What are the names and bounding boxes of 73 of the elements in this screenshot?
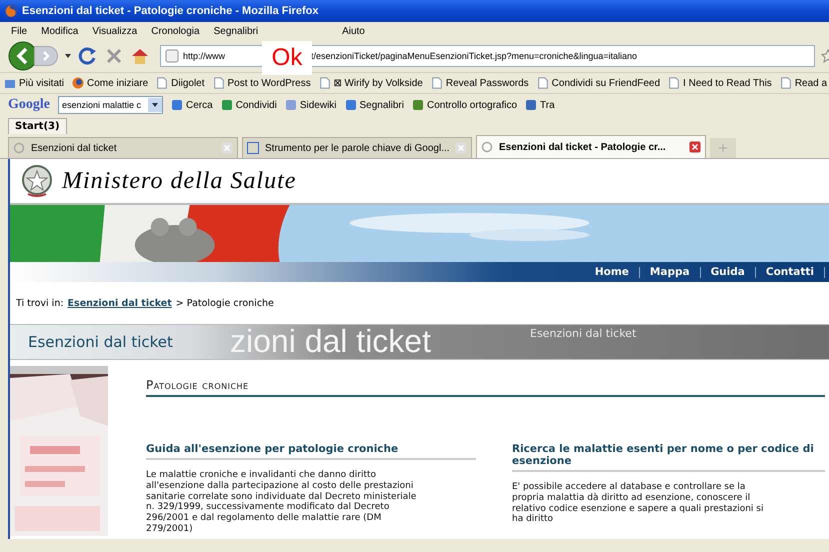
toolbar-button[interactable]: Tra xyxy=(540,100,555,110)
nav-link[interactable]: Guida xyxy=(700,266,756,278)
background-text: zioni dal ticket xyxy=(230,325,431,359)
loading-icon xyxy=(481,141,493,153)
menu-item[interactable]: Aiuto xyxy=(335,26,372,36)
column-heading[interactable]: Guida all'esenzione per patologie croniche xyxy=(146,443,476,460)
breadcrumb-link[interactable]: Esenzioni dal ticket xyxy=(68,298,172,308)
ministry-logo: Ministero della Salute xyxy=(62,168,296,194)
toolbar-icon[interactable] xyxy=(284,99,297,111)
page-icon xyxy=(212,77,225,89)
nav-link[interactable]: Contatti xyxy=(756,266,825,278)
home-icon[interactable] xyxy=(130,46,150,66)
toolbar-button[interactable]: Cerca xyxy=(186,100,213,110)
url-text: t/esenzioniTicket/paginaMenuEsenzioniTicket.jsp?menu=croniche&lingua=italiano xyxy=(311,51,638,61)
page-icon xyxy=(668,77,680,89)
bookmark-link[interactable]: Più visitati xyxy=(19,78,64,88)
bookmark-link[interactable]: ⊠ Wirify by Volkside xyxy=(334,77,423,89)
bookmark-link[interactable]: Come iniziare xyxy=(87,78,148,88)
paragraph: E' possibile accedere al database e controllare se la propria malattia dà diritto ad esenzione, conoscere il relativo codice esenzione e sapere a quali prestazioni si ha diritto xyxy=(512,482,764,526)
folder-icon xyxy=(4,77,16,89)
menu-item[interactable]: Visualizza xyxy=(85,26,144,36)
column-heading[interactable]: Ricerca le malattie esenti per nome o per codice di esenzione xyxy=(512,443,825,472)
bookmark-link[interactable]: Diigolet xyxy=(171,78,205,88)
browser-tab[interactable]: Esenzioni dal ticket xyxy=(8,137,238,158)
url-text: http://www xyxy=(183,51,226,61)
menu-item[interactable]: Modifica xyxy=(34,26,86,36)
breadcrumb-current: > Patologie croniche xyxy=(176,298,274,308)
page-icon xyxy=(156,77,168,89)
close-icon[interactable] xyxy=(689,141,701,153)
bookmark-link[interactable]: Condividi su FriendFeed xyxy=(552,78,660,88)
menu-item[interactable]: Segnalibri xyxy=(206,26,266,36)
background-text: Esenzioni dal ticket xyxy=(530,327,636,340)
bookmark-link[interactable]: Reveal Passwords xyxy=(446,78,529,88)
dropdown-caret-icon[interactable] xyxy=(148,98,162,112)
window-title: Esenzioni dal ticket - Patologie croniche - Mozilla Firefox xyxy=(22,5,318,17)
toolbar-button[interactable]: Sidewiki xyxy=(300,100,337,110)
stop-icon[interactable] xyxy=(104,46,124,66)
browser-tab[interactable]: Esenzioni dal ticket - Patologie cr... xyxy=(476,135,706,158)
page-icon xyxy=(318,77,331,89)
page-icon xyxy=(536,77,549,89)
toolbar-button[interactable]: Condividi xyxy=(236,100,277,110)
toolbar-icon[interactable] xyxy=(525,99,538,111)
page-icon xyxy=(780,77,792,89)
toolbar-icon[interactable] xyxy=(171,99,183,111)
toolbar-button[interactable]: Segnalibri xyxy=(360,100,404,110)
dropdown-caret-icon[interactable] xyxy=(64,52,72,60)
bookmark-link[interactable]: I Need to Read This xyxy=(683,78,772,88)
toolbar-icon[interactable] xyxy=(412,99,424,111)
nav-link[interactable]: Mappa xyxy=(640,266,701,278)
nav-link[interactable]: Home xyxy=(584,266,640,278)
bookmark-link[interactable]: Read a xyxy=(794,78,828,88)
menu-item[interactable]: Cronologia xyxy=(144,26,207,36)
breadcrumb-label: Ti trovi in: xyxy=(16,298,64,308)
loading-icon xyxy=(13,142,25,154)
toolbar-icon[interactable] xyxy=(344,99,357,111)
reload-icon[interactable] xyxy=(78,46,98,66)
page-icon xyxy=(430,77,443,89)
page-icon xyxy=(165,49,179,63)
toolbar-button[interactable]: Controllo ortografico xyxy=(427,100,518,110)
plus-icon xyxy=(718,143,728,153)
section-title: Esenzioni dal ticket xyxy=(27,333,173,351)
search-field[interactable]: esenzioni malattie c xyxy=(58,96,163,114)
browser-tab[interactable]: Strumento per le parole chiave di Googl... xyxy=(242,137,472,158)
google-logo: Google xyxy=(8,97,50,113)
menu-item[interactable]: File xyxy=(4,26,34,36)
paragraph: Le malattie croniche e invalidanti che danno diritto all'esenzione dalla partecipazione al costo delle prestazioni sanitarie correlate sono individuate dal Decreto ministeriale n. 329/1999, successivamente modificato dal Decreto 296/2001 e dal regolamento delle malattie rare (DM 279/2001) xyxy=(146,470,418,535)
emblem-icon xyxy=(20,164,54,198)
toolbar-icon[interactable] xyxy=(220,99,233,111)
ok-label: Ok xyxy=(262,41,312,75)
globe-icon xyxy=(72,77,84,89)
bookmark-link[interactable]: Post to WordPress xyxy=(228,78,311,88)
tab-group-button[interactable]: Start(3) xyxy=(8,118,67,134)
page-title: Patologie croniche xyxy=(146,366,825,397)
